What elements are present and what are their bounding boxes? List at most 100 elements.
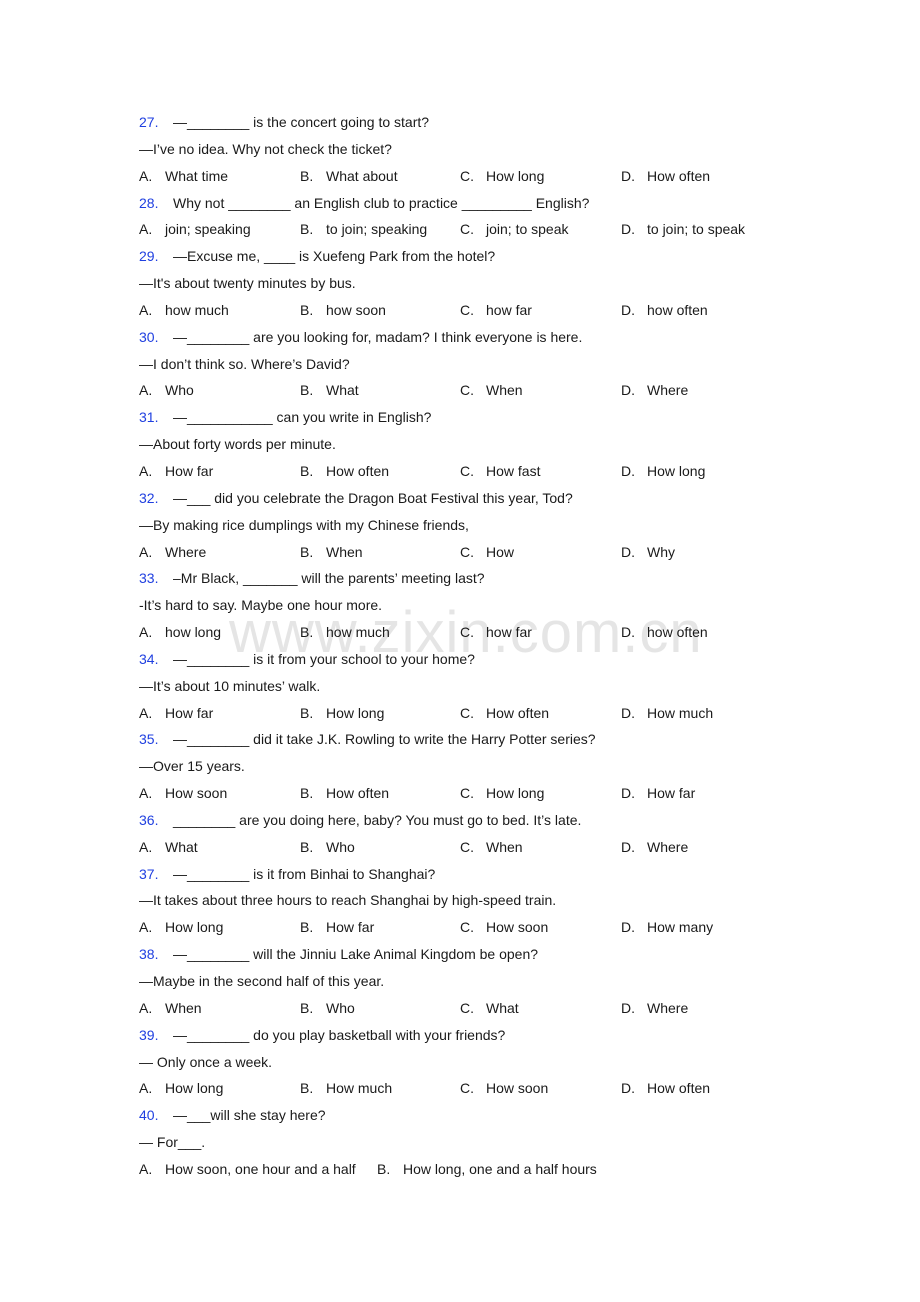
option-a[interactable]: A. How long xyxy=(139,914,223,941)
question-response: —I don’t think so. Where’s David? xyxy=(139,351,799,378)
option-d[interactable]: D. Where xyxy=(621,834,688,861)
option-a[interactable]: A. how much xyxy=(139,297,229,324)
option-letter: A. xyxy=(139,624,153,641)
option-d[interactable]: D. Why xyxy=(621,539,675,566)
question-text: —________ did it take J.K. Rowling to wr… xyxy=(173,731,596,748)
option-b[interactable]: B. how soon xyxy=(300,297,386,324)
option-b[interactable]: B. How far xyxy=(300,914,374,941)
question-item: 37. —________ is it from Binhai to Shangh… xyxy=(139,861,799,942)
option-b[interactable]: B. How often xyxy=(300,780,389,807)
option-text: Where xyxy=(165,543,207,560)
option-c[interactable]: C. When xyxy=(460,377,523,404)
option-text: How long xyxy=(486,785,545,802)
option-a[interactable]: A. How soon xyxy=(139,780,227,807)
answer-options: A. join; speaking B. to join; speaking C. joi… xyxy=(139,216,799,243)
option-letter: B. xyxy=(300,624,314,641)
option-text: How often xyxy=(647,167,711,184)
option-c[interactable]: C. How long xyxy=(460,780,544,807)
option-text: How often xyxy=(486,704,550,721)
option-text: How xyxy=(486,543,515,560)
option-d[interactable]: D. How often xyxy=(621,1075,710,1102)
answer-options: A. Where B. When C. How D. Why xyxy=(139,539,799,566)
option-b[interactable]: B. How much xyxy=(300,1075,392,1102)
option-letter: C. xyxy=(460,999,474,1016)
option-a[interactable]: A. When xyxy=(139,995,202,1022)
option-c[interactable]: C. What xyxy=(460,995,519,1022)
option-b[interactable]: B. Who xyxy=(300,995,355,1022)
question-response: —It's about twenty minutes by bus. xyxy=(139,270,799,297)
question-item: 28. Why not ________ an English club to p… xyxy=(139,190,799,244)
option-a[interactable]: A. How soon, one hour and a half xyxy=(139,1156,356,1183)
option-letter: A. xyxy=(139,1080,153,1097)
option-c[interactable]: C. How soon xyxy=(460,1075,548,1102)
option-c[interactable]: C. When xyxy=(460,834,523,861)
option-d[interactable]: D. how often xyxy=(621,297,708,324)
option-text: Why xyxy=(647,543,675,560)
option-d[interactable]: D. How long xyxy=(621,458,705,485)
option-a[interactable]: A. Who xyxy=(139,377,194,404)
option-letter: D. xyxy=(621,382,635,399)
question-text: Why not ________ an English club to prac… xyxy=(173,194,590,211)
option-d[interactable]: D. How far xyxy=(621,780,695,807)
option-b[interactable]: B. How long xyxy=(300,700,384,727)
option-letter: C. xyxy=(460,382,474,399)
option-c[interactable]: C. how far xyxy=(460,619,532,646)
option-a[interactable]: A. How long xyxy=(139,1075,223,1102)
option-a[interactable]: A. What time xyxy=(139,163,228,190)
option-b[interactable]: B. to join; speaking xyxy=(300,216,427,243)
response-text: —About forty words per minute. xyxy=(139,436,336,453)
option-letter: C. xyxy=(460,785,474,802)
question-number: 32. xyxy=(139,489,159,506)
option-letter: C. xyxy=(460,838,474,855)
option-c[interactable]: C. join; to speak xyxy=(460,216,569,243)
option-b[interactable]: B. How long, one and a half hours xyxy=(377,1156,597,1183)
question-stem: 32. —___ did you celebrate the Dragon Boa… xyxy=(139,485,799,512)
option-a[interactable]: A. how long xyxy=(139,619,221,646)
option-d[interactable]: D. Where xyxy=(621,377,688,404)
question-stem: 34. —________ is it from your school to y… xyxy=(139,646,799,673)
option-b[interactable]: B. What xyxy=(300,377,359,404)
option-b[interactable]: B. What about xyxy=(300,163,398,190)
option-letter: C. xyxy=(460,462,474,479)
answer-options: A. What time B. What about C. How long D. How o… xyxy=(139,163,799,190)
option-text: how much xyxy=(165,301,229,318)
option-text: Who xyxy=(165,382,194,399)
question-number: 37. xyxy=(139,865,159,882)
option-a[interactable]: A. What xyxy=(139,834,198,861)
option-d[interactable]: D. to join; to speak xyxy=(621,216,745,243)
option-letter: C. xyxy=(460,1080,474,1097)
option-b[interactable]: B. How often xyxy=(300,458,389,485)
option-d[interactable]: D. Where xyxy=(621,995,688,1022)
option-letter: D. xyxy=(621,462,635,479)
option-a[interactable]: A. How far xyxy=(139,700,213,727)
option-a[interactable]: A. How far xyxy=(139,458,213,485)
option-b[interactable]: B. how much xyxy=(300,619,390,646)
option-d[interactable]: D. how often xyxy=(621,619,708,646)
option-d[interactable]: D. How often xyxy=(621,163,710,190)
option-c[interactable]: C. How long xyxy=(460,163,544,190)
option-d[interactable]: D. How many xyxy=(621,914,713,941)
option-a[interactable]: A. Where xyxy=(139,539,206,566)
option-c[interactable]: C. How fast xyxy=(460,458,540,485)
option-c[interactable]: C. How often xyxy=(460,700,549,727)
option-c[interactable]: C. How xyxy=(460,539,514,566)
option-c[interactable]: C. how far xyxy=(460,297,532,324)
option-text: Who xyxy=(326,999,355,1016)
question-stem: 29. —Excuse me, ____ is Xuefeng Park from… xyxy=(139,243,799,270)
option-a[interactable]: A. join; speaking xyxy=(139,216,251,243)
option-d[interactable]: D. How much xyxy=(621,700,713,727)
question-text: —________ is it from Binhai to Shanghai? xyxy=(173,865,436,882)
option-b[interactable]: B. Who xyxy=(300,834,355,861)
option-text: How long xyxy=(647,462,706,479)
option-text: How often xyxy=(326,785,390,802)
option-letter: B. xyxy=(300,785,314,802)
answer-options: A. Who B. What C. When D. Where xyxy=(139,377,799,404)
response-text: —It takes about three hours to reach Sha… xyxy=(139,892,557,909)
option-letter: D. xyxy=(621,1080,635,1097)
document-page: www.zixin.com.cn 27. —________ is the con… xyxy=(0,0,920,1302)
option-b[interactable]: B. When xyxy=(300,539,363,566)
option-c[interactable]: C. How soon xyxy=(460,914,548,941)
question-item: 40. —___will she stay here? — For___. A. How… xyxy=(139,1102,799,1183)
option-letter: A. xyxy=(139,167,153,184)
question-stem: 37. —________ is it from Binhai to Shangh… xyxy=(139,861,799,888)
